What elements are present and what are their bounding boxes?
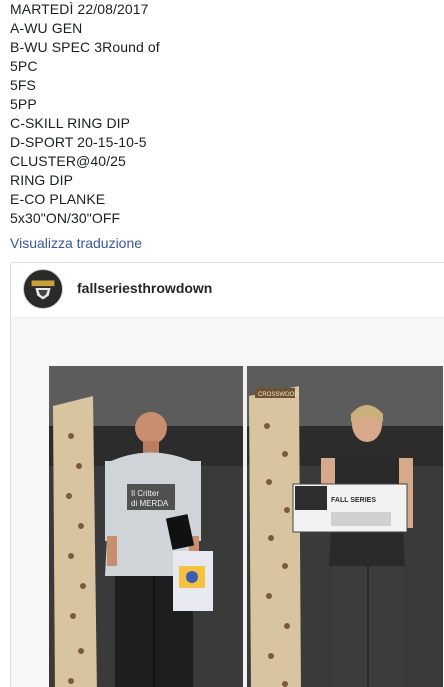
post-line: 5FS <box>10 77 36 93</box>
fallseries-logo-icon[interactable] <box>23 269 63 309</box>
post-line: D-SPORT 20-15-10-5 <box>10 134 147 150</box>
shirt-text: di MERDA <box>131 499 169 508</box>
embed-header: fallseriesthrowdown <box>11 263 444 318</box>
post-line: E-CO PLANKE <box>10 191 106 207</box>
post-line: 5PC <box>10 58 38 74</box>
post-line: A-WU GEN <box>10 20 83 36</box>
instagram-embed: fallseriesthrowdown Il Critter di MERDA … <box>10 262 444 687</box>
see-translation-link[interactable]: Visualizza traduzione <box>10 235 142 251</box>
board-label: CROSSWOOD <box>258 392 299 398</box>
instagram-username[interactable]: fallseriesthrowdown <box>77 280 212 296</box>
post-line: MARTEDÌ 22/08/2017 <box>10 1 149 17</box>
embed-photo-area[interactable]: Il Critter di MERDA CROSSWOOD FALL SERIE… <box>11 318 444 687</box>
shirt-text: Il Critter <box>131 489 159 498</box>
post-line: 5PP <box>10 96 37 112</box>
post-line: CLUSTER@40/25 <box>10 153 126 169</box>
athletes-photo[interactable]: Il Critter di MERDA CROSSWOOD FALL SERIE… <box>49 366 443 687</box>
sign-text: FALL SERIES <box>331 497 376 504</box>
facebook-post: MARTEDÌ 22/08/2017 A-WU GEN B-WU SPEC 3R… <box>0 0 444 687</box>
post-line: B-WU SPEC 3Round of <box>10 39 160 55</box>
post-body-text: MARTEDÌ 22/08/2017 A-WU GEN B-WU SPEC 3R… <box>10 0 430 228</box>
post-line: C-SKILL RING DIP <box>10 115 131 131</box>
post-line: RING DIP <box>10 172 74 188</box>
post-line: 5x30"ON/30"OFF <box>10 210 121 226</box>
